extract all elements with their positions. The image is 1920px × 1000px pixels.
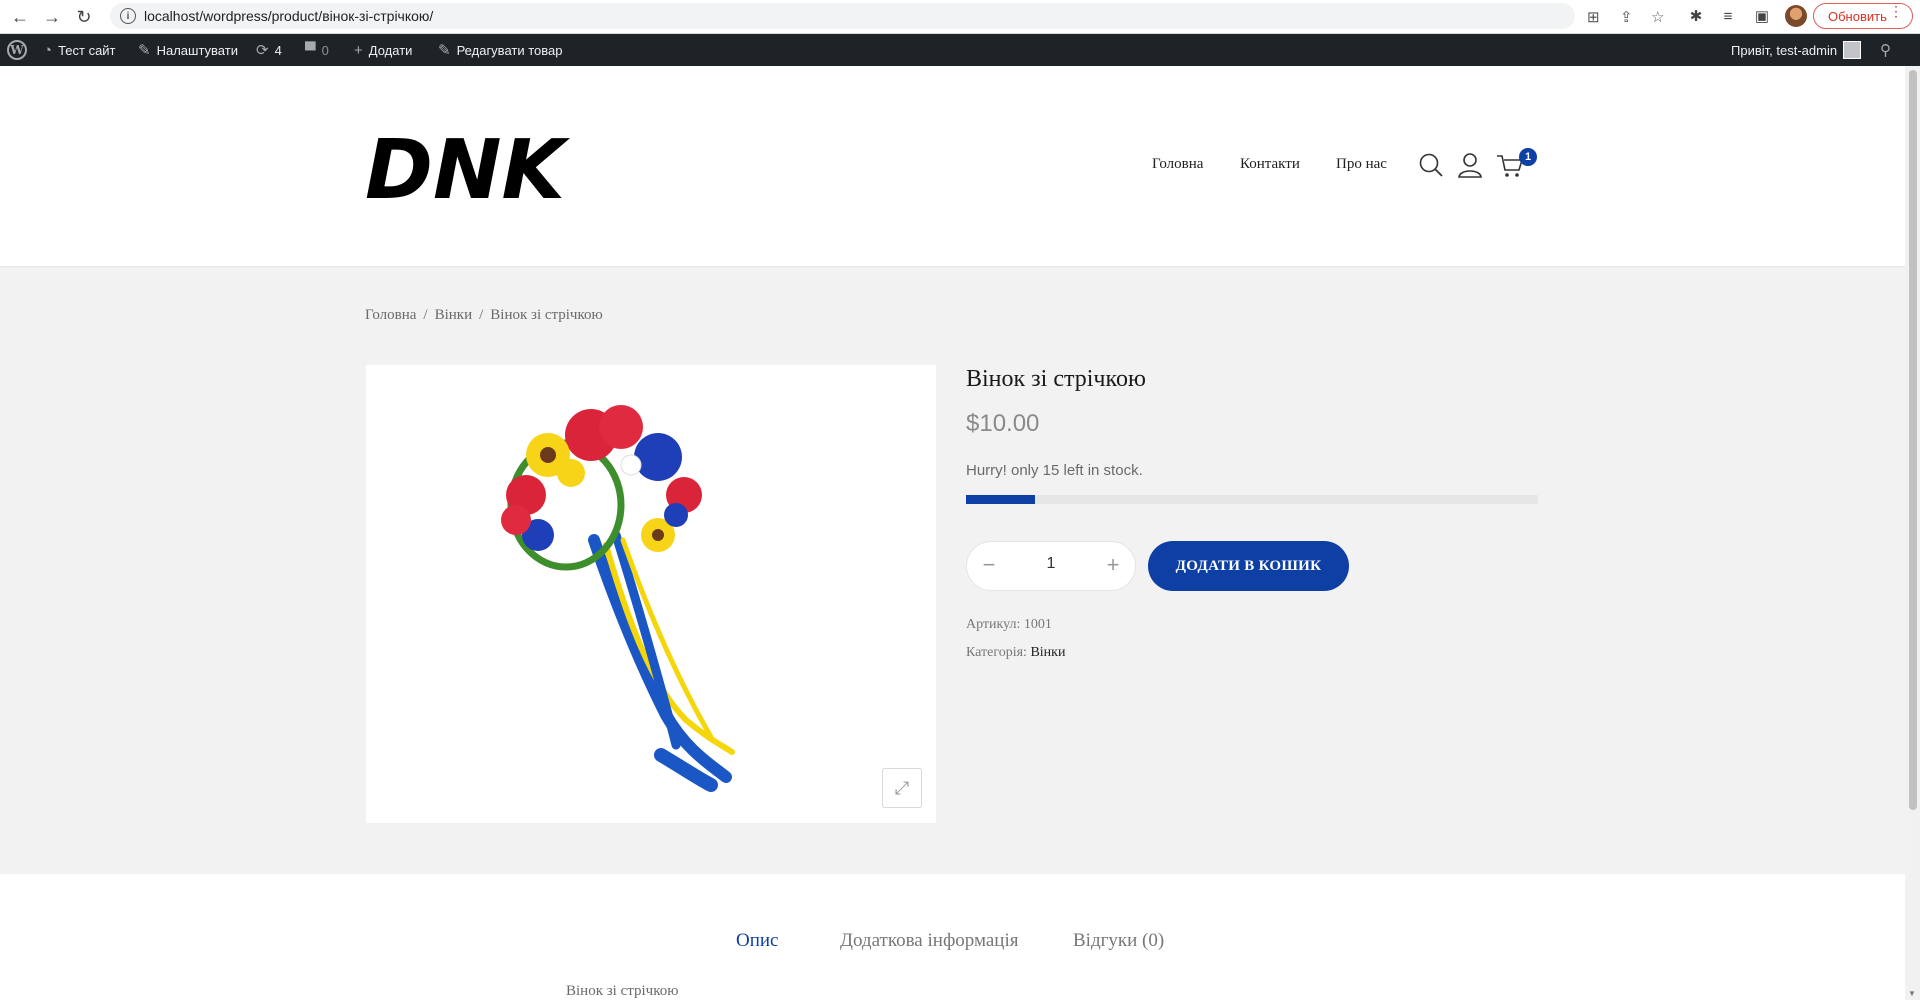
- product-image[interactable]: [366, 365, 936, 823]
- tab-description[interactable]: Опис: [736, 930, 779, 952]
- user-avatar: [1843, 41, 1862, 59]
- quantity-stepper: − 1 +: [966, 541, 1136, 591]
- stock-progress-bar: [966, 495, 1538, 504]
- breadcrumb: Головна / Вінки / Вінок зі стрічкою: [365, 307, 603, 324]
- reload-icon[interactable]: ↻: [72, 5, 96, 29]
- site-name-label: Тест сайт: [58, 42, 116, 58]
- add-to-cart-button[interactable]: ДОДАТИ В КОШИК: [1148, 541, 1349, 591]
- admin-bar-updates[interactable]: ⟳ 4: [256, 34, 282, 66]
- expand-image-icon[interactable]: ⤢: [882, 768, 922, 808]
- greeting-label: Привіт, test-admin: [1731, 42, 1838, 58]
- page-scrollbar[interactable]: ▼: [1905, 66, 1920, 1000]
- address-bar[interactable]: i localhost/wordpress/product/вінок-зі-с…: [110, 3, 1575, 29]
- category-link[interactable]: Вінки: [1030, 645, 1065, 660]
- product-section: [0, 267, 1905, 874]
- tab-additional-info[interactable]: Додаткова інформація: [840, 930, 1018, 952]
- logo-text: DNK: [365, 123, 570, 212]
- tab-description-content: Вінок зі стрічкою: [566, 983, 679, 999]
- updates-icon: ⟳: [256, 42, 269, 59]
- admin-bar-site-name[interactable]: ◔ Тест сайт: [43, 34, 116, 66]
- brush-icon: ✎: [138, 42, 151, 59]
- admin-bar-customize[interactable]: ✎ Налаштувати: [138, 34, 238, 66]
- sku-value: 1001: [1023, 617, 1052, 632]
- quantity-decrease-button[interactable]: −: [977, 552, 1001, 577]
- wordpress-logo-icon: W: [7, 40, 27, 60]
- breadcrumb-separator: /: [423, 307, 428, 323]
- product-price: $10.00: [966, 410, 1040, 437]
- pencil-icon: ✎: [438, 42, 451, 59]
- wp-admin-bar: W ◔ Тест сайт ✎ Налаштувати ⟳ 4 ▀ 0 + До…: [0, 34, 1920, 66]
- reading-list-icon[interactable]: ≡: [1718, 6, 1738, 26]
- tab-reviews[interactable]: Відгуки (0): [1073, 930, 1164, 952]
- scrollbar-thumb[interactable]: [1909, 70, 1917, 810]
- url-text: localhost/wordpress/product/вінок-зі-стр…: [144, 8, 434, 24]
- nav-item-home[interactable]: Головна: [1152, 156, 1203, 173]
- breadcrumb-category[interactable]: Вінки: [435, 307, 473, 324]
- plus-icon: +: [354, 41, 363, 59]
- admin-bar-account[interactable]: Привіт, test-admin: [1731, 34, 1862, 66]
- bookmark-star-icon[interactable]: ☆: [1651, 8, 1664, 26]
- quantity-input[interactable]: 1: [1017, 555, 1085, 573]
- product-title: Вінок зі стрічкою: [966, 366, 1146, 392]
- extensions-icon[interactable]: ✱: [1686, 6, 1706, 26]
- stock-progress-fill: [966, 495, 1035, 504]
- search-icon[interactable]: [1416, 150, 1446, 180]
- customize-label: Налаштувати: [156, 42, 238, 58]
- comments-count: 0: [321, 42, 329, 58]
- admin-bar-search[interactable]: ⚲: [1880, 34, 1891, 66]
- wp-logo-menu[interactable]: W: [7, 34, 27, 66]
- share-icon[interactable]: ⇪: [1620, 8, 1633, 26]
- breadcrumb-home[interactable]: Головна: [365, 307, 416, 324]
- forward-icon[interactable]: →: [40, 5, 64, 29]
- stock-message: Hurry! only 15 left in stock.: [966, 462, 1143, 479]
- comment-icon: ▀: [305, 41, 316, 59]
- breadcrumb-separator: /: [479, 307, 484, 323]
- side-panel-icon[interactable]: ▣: [1752, 6, 1772, 26]
- updates-count: 4: [274, 42, 282, 58]
- dashboard-icon: ◔: [43, 41, 53, 59]
- scroll-down-icon[interactable]: ▼: [1908, 989, 1916, 998]
- back-icon[interactable]: ←: [8, 5, 32, 29]
- category-label: Категорія:: [966, 645, 1027, 660]
- breadcrumb-current: Вінок зі стрічкою: [490, 307, 603, 323]
- product-sku: Артикул: 1001: [966, 617, 1052, 633]
- nav-item-contacts[interactable]: Контакти: [1240, 156, 1300, 173]
- admin-bar-new[interactable]: + Додати: [354, 34, 412, 66]
- admin-bar-comments[interactable]: ▀ 0: [305, 34, 329, 66]
- nav-item-about[interactable]: Про нас: [1336, 156, 1387, 173]
- cart-count-badge: 1: [1519, 148, 1537, 166]
- site-info-icon[interactable]: i: [120, 8, 136, 24]
- search-icon: ⚲: [1880, 42, 1891, 59]
- profile-avatar[interactable]: [1785, 5, 1807, 27]
- flower-wreath-image: [501, 405, 735, 792]
- sku-label: Артикул:: [966, 617, 1021, 632]
- site-header: DNK Головна Контакти Про нас 1: [0, 66, 1905, 267]
- update-browser-button[interactable]: Обновить ⋮: [1813, 3, 1913, 29]
- site-logo[interactable]: DNK: [365, 122, 570, 212]
- quantity-increase-button[interactable]: +: [1101, 552, 1125, 577]
- user-account-icon[interactable]: [1455, 150, 1485, 180]
- edit-product-label: Редагувати товар: [456, 42, 563, 58]
- menu-dots-icon[interactable]: ⋮: [1889, 4, 1903, 18]
- update-label: Обновить: [1828, 8, 1887, 24]
- translate-icon[interactable]: ⊞: [1587, 8, 1600, 26]
- new-label: Додати: [368, 42, 413, 58]
- product-category: Категорія: Вінки: [966, 645, 1065, 661]
- admin-bar-edit-product[interactable]: ✎ Редагувати товар: [438, 34, 562, 66]
- browser-toolbar: ← → ↻ i localhost/wordpress/product/віно…: [0, 0, 1920, 34]
